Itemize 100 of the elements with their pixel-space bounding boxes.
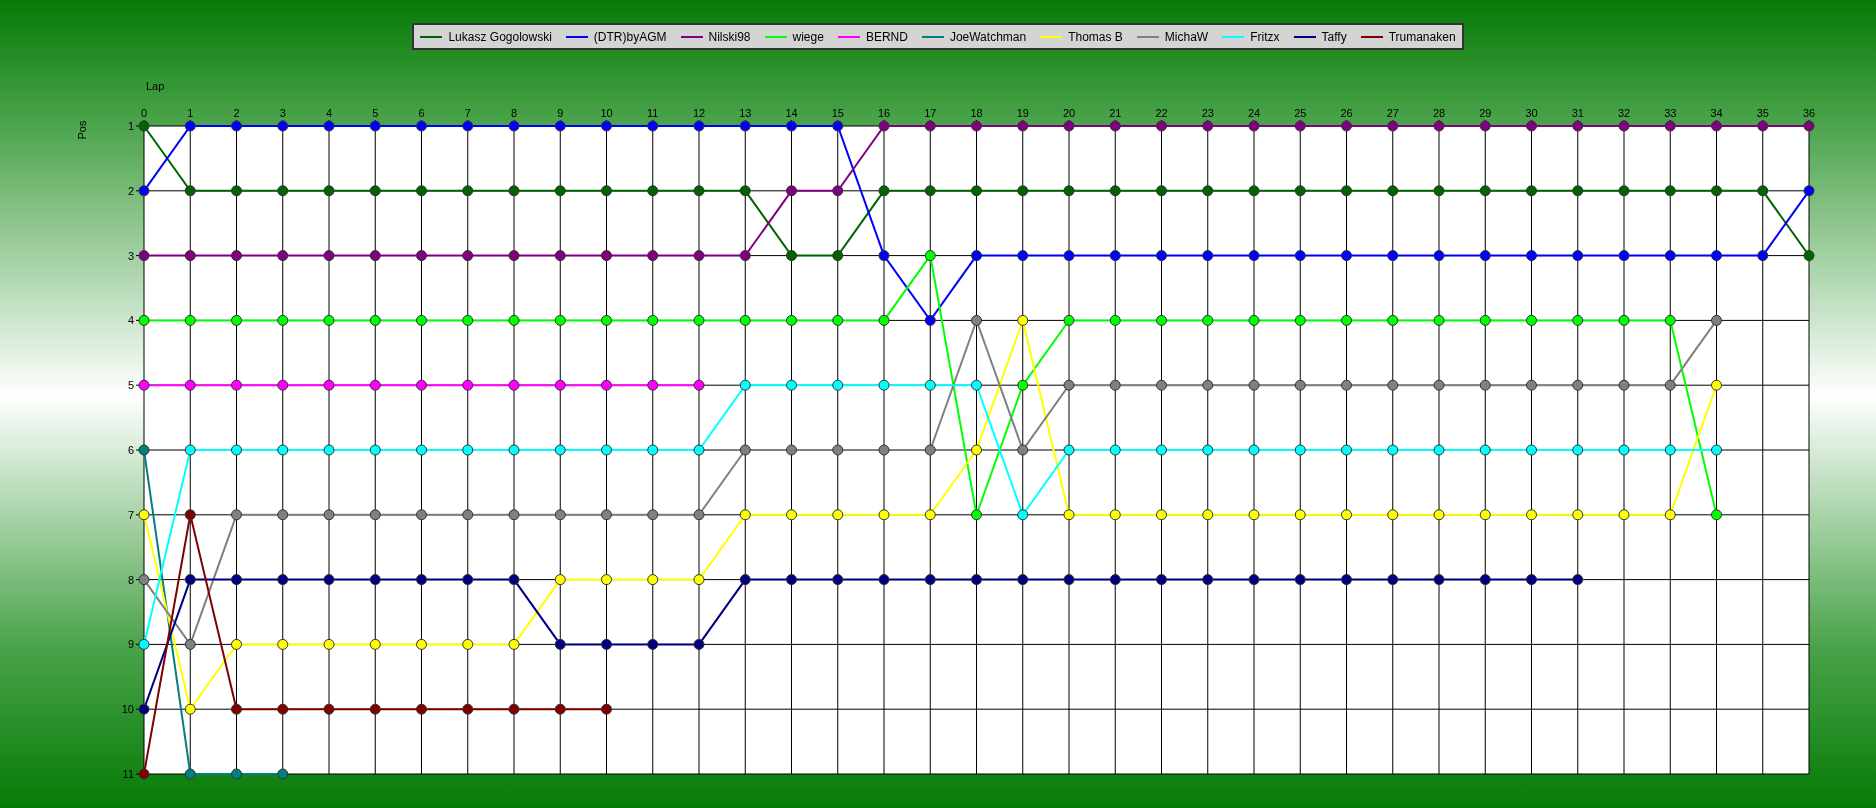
- point: [1202, 509, 1214, 521]
- point: [1017, 250, 1029, 262]
- point: [1664, 250, 1676, 262]
- point: [184, 444, 196, 456]
- point: [138, 444, 150, 456]
- point: [1572, 314, 1584, 326]
- point: [369, 444, 381, 456]
- point: [231, 185, 242, 197]
- point: [1618, 509, 1630, 521]
- point: [1202, 250, 1214, 262]
- point: [138, 120, 150, 132]
- point: [1156, 574, 1167, 586]
- point: [1618, 444, 1630, 456]
- point: [693, 509, 705, 521]
- point: [1433, 574, 1445, 586]
- x-tick-label: 22: [1155, 107, 1168, 119]
- point: [1156, 120, 1167, 132]
- point: [138, 703, 150, 715]
- point: [971, 509, 982, 521]
- point: [184, 250, 196, 262]
- y-tick-label: 5: [127, 379, 134, 392]
- point: [1433, 120, 1445, 132]
- point: [647, 509, 659, 521]
- point: [462, 509, 474, 521]
- point: [1017, 379, 1029, 391]
- point: [924, 250, 936, 262]
- point: [369, 250, 381, 262]
- point: [277, 444, 289, 456]
- point: [554, 509, 566, 521]
- point: [1248, 185, 1260, 197]
- point: [693, 444, 705, 456]
- point: [1063, 314, 1075, 326]
- point: [508, 703, 520, 715]
- point: [231, 638, 242, 650]
- point: [971, 120, 982, 132]
- point: [786, 444, 797, 456]
- point: [878, 574, 890, 586]
- point: [369, 574, 381, 586]
- point: [1202, 574, 1214, 586]
- point: [369, 314, 381, 326]
- point: [1618, 185, 1630, 197]
- point: [462, 444, 474, 456]
- point: [832, 250, 844, 262]
- y-tick-label: 6: [127, 444, 134, 456]
- x-axis-title: Lap: [146, 80, 165, 92]
- point: [832, 379, 844, 391]
- point: [601, 120, 612, 132]
- point: [647, 250, 659, 262]
- point: [1109, 185, 1121, 197]
- point: [508, 638, 520, 650]
- legend-label: BERND: [865, 28, 908, 46]
- point: [924, 185, 936, 197]
- x-tick-label: 31: [1571, 107, 1584, 119]
- point: [924, 120, 936, 132]
- x-tick-label: 8: [510, 107, 518, 119]
- point: [1572, 250, 1584, 262]
- point: [1387, 120, 1399, 132]
- point: [462, 185, 474, 197]
- point: [184, 574, 196, 586]
- point: [369, 120, 381, 132]
- point: [554, 638, 566, 650]
- point: [323, 250, 335, 262]
- x-tick-label: 0: [140, 107, 148, 119]
- legend-label: Fritzx: [1250, 28, 1280, 46]
- legend-label: Thomas B: [1068, 28, 1123, 46]
- point: [601, 444, 612, 456]
- point: [1526, 185, 1537, 197]
- point: [1341, 120, 1352, 132]
- point: [971, 250, 982, 262]
- point: [971, 379, 982, 391]
- point: [1479, 250, 1491, 262]
- point: [323, 379, 335, 391]
- point: [1803, 120, 1815, 132]
- point: [416, 574, 427, 586]
- point: [277, 703, 289, 715]
- point: [369, 509, 381, 521]
- point: [323, 574, 335, 586]
- point: [1063, 509, 1075, 521]
- point: [462, 250, 474, 262]
- point: [1294, 379, 1306, 391]
- point: [416, 444, 427, 456]
- point: [184, 314, 196, 326]
- x-tick-label: 14: [785, 107, 798, 119]
- point: [1248, 444, 1260, 456]
- y-tick-label: 7: [127, 508, 134, 521]
- point: [1479, 314, 1491, 326]
- point: [1202, 120, 1214, 132]
- point: [786, 120, 797, 132]
- point: [1479, 444, 1491, 456]
- point: [1248, 314, 1260, 326]
- point: [1156, 379, 1167, 391]
- x-tick-label: 36: [1802, 107, 1816, 119]
- point: [508, 574, 520, 586]
- point: [184, 768, 196, 780]
- point: [739, 185, 751, 197]
- point: [1387, 444, 1399, 456]
- point: [647, 185, 659, 197]
- point: [231, 314, 242, 326]
- point: [554, 314, 566, 326]
- legend-label: Trumanaken: [1388, 28, 1456, 46]
